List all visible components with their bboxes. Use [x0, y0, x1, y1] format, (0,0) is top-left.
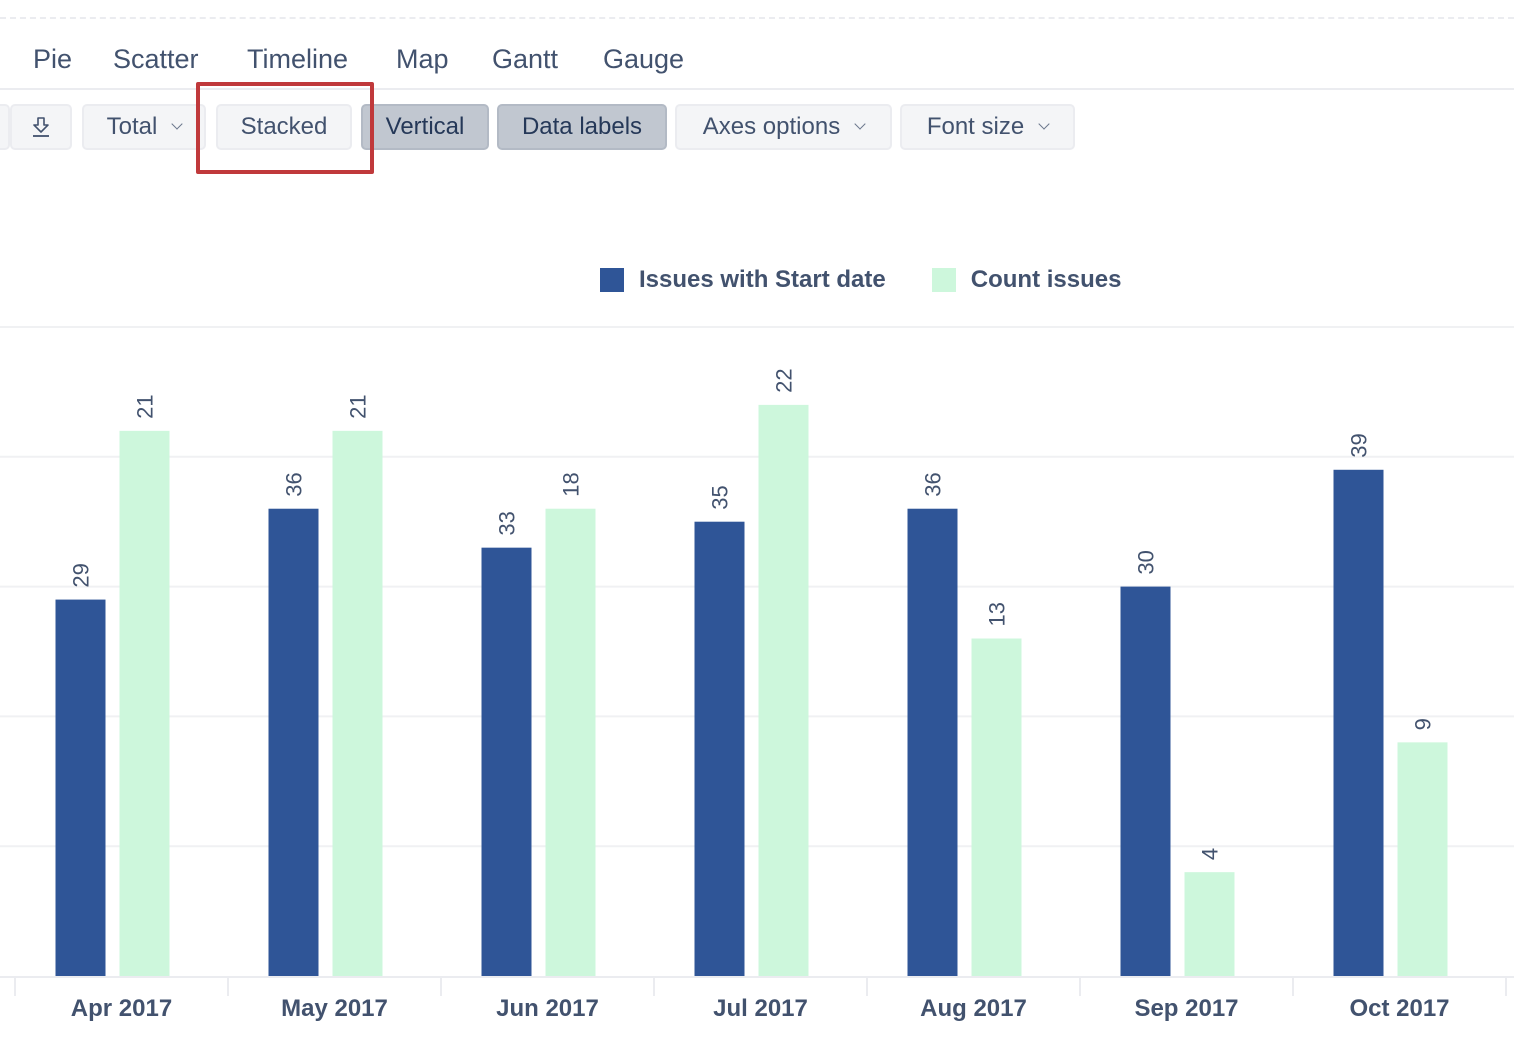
vertical-toggle[interactable]: Vertical [361, 104, 489, 150]
bar-issues-with-start-date [1333, 469, 1384, 976]
x-tick-label: Aug 2017 [920, 995, 1027, 1022]
legend-swatch [600, 268, 624, 292]
download-icon [33, 117, 49, 137]
total-label: Total [106, 113, 158, 140]
legend-swatch [931, 268, 956, 292]
data-label: 36 [282, 472, 307, 496]
data-label: 21 [133, 394, 158, 418]
bar-issues-with-start-date [694, 521, 745, 976]
bar-count-issues [119, 430, 170, 977]
x-tick-label: Apr 2017 [71, 995, 172, 1022]
bar-count-issues [332, 430, 383, 977]
bar-issues-with-start-date [1120, 586, 1171, 976]
stacked-label: Stacked [240, 113, 328, 140]
bar-issues-with-start-date [268, 508, 319, 976]
bar-count-issues [971, 638, 1022, 976]
legend-label: Issues with Start date [639, 266, 886, 293]
tab-gantt[interactable]: Gantt [492, 44, 558, 75]
total-dropdown[interactable]: Total [82, 104, 206, 150]
bar-count-issues [1397, 742, 1448, 976]
bar-count-issues [758, 404, 809, 976]
data-label: 30 [1134, 550, 1159, 574]
chevron-down-icon [854, 118, 866, 130]
x-tick-label: Jun 2017 [496, 995, 599, 1022]
legend-label: Count issues [970, 266, 1122, 293]
data-label: 29 [69, 563, 94, 587]
bar-count-issues [545, 508, 596, 976]
section-divider [0, 17, 1514, 19]
chevron-down-icon [1038, 118, 1050, 130]
chevron-down-icon [171, 118, 184, 130]
chart-legend: Issues with Start date Count issues [600, 264, 1167, 296]
bar-issues-with-start-date [55, 599, 106, 976]
bar-issues-with-start-date [481, 547, 532, 976]
tab-pie[interactable]: Pie [33, 44, 72, 75]
data-label: 22 [772, 368, 797, 392]
x-tick-label: May 2017 [281, 995, 388, 1022]
data-labels-label: Data labels [521, 113, 643, 140]
tab-timeline[interactable]: Timeline [247, 44, 348, 75]
tab-map[interactable]: Map [396, 44, 449, 75]
data-label: 39 [1347, 433, 1372, 457]
tab-scatter[interactable]: Scatter [113, 44, 199, 75]
bar-chart: 29 21 Apr 2017 36 21 May 2017 33 18 Jun 2017 35 22… [0, 326, 1514, 1022]
legend-item-issues-with-start-date[interactable]: Issues with Start date [600, 266, 886, 294]
vertical-label: Vertical [385, 113, 465, 140]
data-label: 21 [346, 394, 371, 418]
x-tick-label: Sep 2017 [1134, 995, 1238, 1022]
data-label: 13 [985, 602, 1010, 626]
bar-count-issues [1184, 872, 1235, 976]
data-label: 35 [708, 485, 733, 509]
prev-toolbar-button[interactable] [0, 104, 10, 150]
data-label: 36 [921, 472, 946, 496]
data-label: 18 [559, 472, 584, 496]
chart-type-tabs: Pie Scatter Timeline Map Gantt Gauge [0, 38, 1514, 90]
x-tick-label: Oct 2017 [1349, 995, 1449, 1022]
data-label: 9 [1411, 718, 1436, 730]
download-button[interactable] [10, 104, 72, 150]
font-size-dropdown[interactable]: Font size [900, 104, 1075, 150]
x-tick-label: Jul 2017 [713, 995, 808, 1022]
data-label: 33 [495, 511, 520, 535]
tab-gauge[interactable]: Gauge [603, 44, 684, 75]
legend-item-count-issues[interactable]: Count issues [931, 266, 1122, 294]
data-label: 4 [1198, 848, 1223, 860]
bar-issues-with-start-date [907, 508, 958, 976]
axes-options-label: Axes options [702, 113, 841, 140]
font-size-label: Font size [926, 113, 1025, 140]
stacked-toggle[interactable]: Stacked [216, 104, 352, 150]
axes-options-dropdown[interactable]: Axes options [675, 104, 892, 150]
data-labels-toggle[interactable]: Data labels [497, 104, 667, 150]
